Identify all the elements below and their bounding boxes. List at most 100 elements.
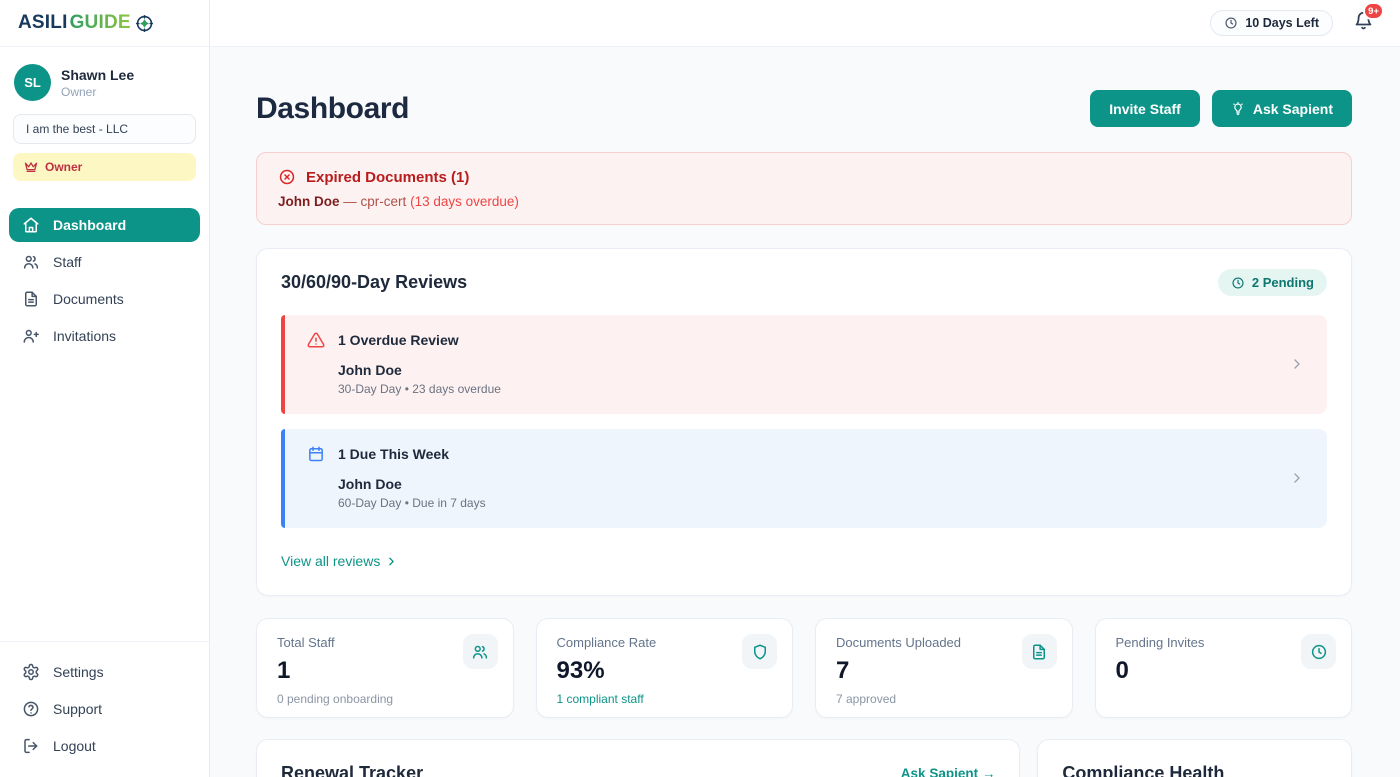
alert-detail-line: John Doe — cpr-cert (13 days overdue)	[278, 194, 1330, 209]
invite-staff-button[interactable]: Invite Staff	[1090, 90, 1200, 127]
overdue-review-content: 1 Overdue Review John Doe 30-Day Day • 2…	[307, 331, 501, 396]
sidebar-item-support[interactable]: Support	[9, 692, 200, 726]
due-review-heading: 1 Due This Week	[338, 446, 449, 462]
main-area: 10 Days Left 9+ Dashboard Invite Staff	[210, 0, 1400, 777]
reviews-title: 30/60/90-Day Reviews	[281, 272, 467, 293]
ask-sapient-link[interactable]: Ask Sapient →	[901, 766, 996, 777]
sidebar-item-label: Staff	[53, 254, 82, 270]
trial-days-badge[interactable]: 10 Days Left	[1210, 10, 1333, 36]
stat-value: 1	[277, 657, 493, 685]
due-review-person: John Doe 60-Day Day • Due in 7 days	[338, 476, 486, 510]
page-header: Dashboard Invite Staff Ask Sapient	[256, 90, 1352, 127]
alert-document: cpr-cert	[361, 194, 407, 209]
lightbulb-icon	[1231, 102, 1245, 116]
sidebar-item-staff[interactable]: Staff	[9, 245, 200, 279]
topbar: 10 Days Left 9+	[210, 0, 1400, 47]
logout-icon	[22, 737, 40, 755]
shield-icon	[751, 643, 769, 661]
profile-name: Shawn Lee	[61, 67, 134, 83]
review-person-name: John Doe	[338, 476, 486, 492]
trial-days-label: 10 Days Left	[1245, 16, 1319, 30]
alert-overdue-note: (13 days overdue)	[410, 194, 519, 209]
alert-title-row: Expired Documents (1)	[278, 168, 1330, 186]
notifications-button[interactable]: 9+	[1353, 10, 1374, 36]
stat-card-pending-invites[interactable]: Pending Invites 0	[1095, 618, 1353, 718]
dashboard-content: Dashboard Invite Staff Ask Sapient	[210, 47, 1400, 777]
stat-value: 0	[1116, 657, 1332, 685]
alert-triangle-icon	[307, 331, 325, 349]
review-person-name: John Doe	[338, 362, 501, 378]
overdue-review-row[interactable]: 1 Overdue Review John Doe 30-Day Day • 2…	[281, 315, 1327, 414]
stat-card-compliance-rate[interactable]: Compliance Rate 93% 1 compliant staff	[536, 618, 794, 718]
chevron-right-icon	[385, 555, 398, 568]
crown-icon	[24, 160, 38, 174]
reviews-card: 30/60/90-Day Reviews 2 Pending 1 Overdue…	[256, 248, 1352, 596]
pending-badge: 2 Pending	[1218, 269, 1327, 296]
stat-card-documents-uploaded[interactable]: Documents Uploaded 7 7 approved	[815, 618, 1073, 718]
header-actions: Invite Staff Ask Sapient	[1090, 90, 1352, 127]
users-icon	[471, 643, 489, 661]
sidebar-footer-nav: Settings Support Logout	[0, 641, 209, 777]
users-icon	[22, 253, 40, 271]
sidebar: ASILI GUIDE SL Shawn Lee Owner I am the …	[0, 0, 210, 777]
expired-documents-alert[interactable]: Expired Documents (1) John Doe — cpr-cer…	[256, 152, 1352, 225]
view-all-reviews-link[interactable]: View all reviews	[281, 553, 398, 569]
ask-sapient-label: Ask Sapient	[1253, 101, 1333, 117]
renewal-tracker-title: Renewal Tracker	[281, 763, 423, 777]
brand-name-secondary: GUIDE	[70, 12, 131, 34]
company-select[interactable]: I am the best - LLC	[13, 114, 196, 144]
sidebar-item-settings[interactable]: Settings	[9, 655, 200, 689]
stat-subtext: 1 compliant staff	[557, 692, 773, 706]
user-plus-icon	[22, 327, 40, 345]
overdue-review-person: John Doe 30-Day Day • 23 days overdue	[338, 362, 501, 396]
sidebar-item-label: Support	[53, 701, 102, 717]
stats-grid: Total Staff 1 0 pending onboarding Compl…	[256, 618, 1352, 718]
chevron-right-icon	[1289, 356, 1305, 372]
clock-icon	[1310, 643, 1328, 661]
sidebar-item-label: Documents	[53, 291, 124, 307]
sidebar-spacer	[0, 353, 209, 641]
invite-staff-label: Invite Staff	[1109, 101, 1181, 117]
renewal-tracker-card: Renewal Tracker Ask Sapient →	[256, 739, 1020, 777]
home-icon	[22, 216, 40, 234]
stat-card-total-staff[interactable]: Total Staff 1 0 pending onboarding	[256, 618, 514, 718]
page-title: Dashboard	[256, 92, 409, 126]
alert-title: Expired Documents (1)	[306, 169, 469, 186]
stat-label: Compliance Rate	[557, 635, 773, 650]
sidebar-item-invitations[interactable]: Invitations	[9, 319, 200, 353]
stat-subtext: 7 approved	[836, 692, 1052, 706]
sidebar-item-label: Logout	[53, 738, 96, 754]
stat-icon-box	[1301, 634, 1336, 669]
x-circle-icon	[278, 168, 296, 186]
alert-dash: —	[343, 194, 357, 209]
stat-label: Total Staff	[277, 635, 493, 650]
calendar-icon	[307, 445, 325, 463]
stat-label: Documents Uploaded	[836, 635, 1052, 650]
help-circle-icon	[22, 700, 40, 718]
renewal-tracker-header: Renewal Tracker Ask Sapient →	[281, 763, 995, 777]
view-all-reviews-label: View all reviews	[281, 553, 380, 569]
sidebar-item-label: Invitations	[53, 328, 116, 344]
bottom-cards-row: Renewal Tracker Ask Sapient → Compliance…	[256, 739, 1352, 777]
due-review-row[interactable]: 1 Due This Week John Doe 60-Day Day • Du…	[281, 429, 1327, 528]
sidebar-item-dashboard[interactable]: Dashboard	[9, 208, 200, 242]
compass-icon	[135, 14, 154, 33]
pending-badge-label: 2 Pending	[1252, 275, 1314, 290]
sidebar-item-logout[interactable]: Logout	[9, 729, 200, 763]
stat-value: 7	[836, 657, 1052, 685]
sidebar-item-documents[interactable]: Documents	[9, 282, 200, 316]
stat-icon-box	[463, 634, 498, 669]
ask-sapient-button[interactable]: Ask Sapient	[1212, 90, 1352, 127]
clock-icon	[1231, 276, 1245, 290]
brand-logo[interactable]: ASILI GUIDE	[0, 0, 209, 47]
sidebar-item-label: Settings	[53, 664, 104, 680]
gear-icon	[22, 663, 40, 681]
role-badge-label: Owner	[45, 160, 82, 174]
compliance-health-card: Compliance Health	[1037, 739, 1352, 777]
review-person-detail: 60-Day Day • Due in 7 days	[338, 496, 486, 510]
stat-subtext: 0 pending onboarding	[277, 692, 493, 706]
stat-label: Pending Invites	[1116, 635, 1332, 650]
overdue-review-heading: 1 Overdue Review	[338, 332, 459, 348]
reviews-card-header: 30/60/90-Day Reviews 2 Pending	[281, 269, 1327, 296]
compliance-health-title: Compliance Health	[1062, 763, 1327, 777]
